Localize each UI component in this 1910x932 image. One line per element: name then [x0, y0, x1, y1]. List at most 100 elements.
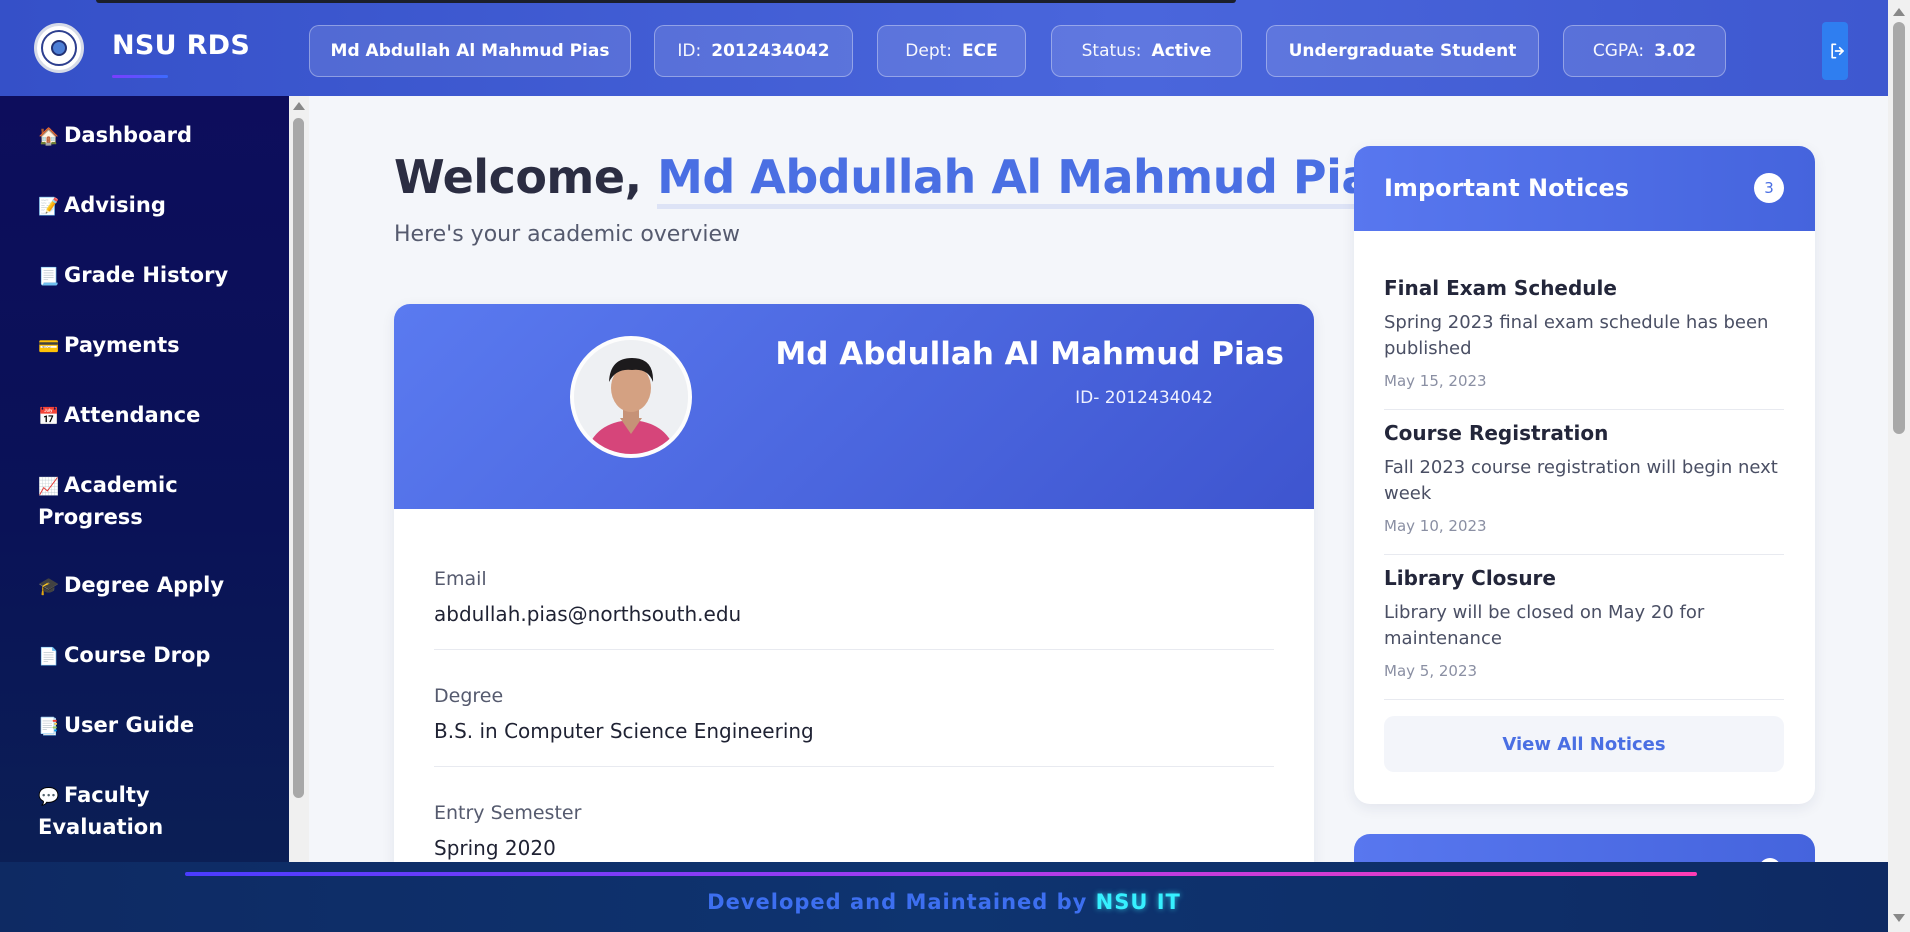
browser-edge: [96, 0, 1236, 3]
sidebar: 🏠 Dashboard 📝 Advising 📃 Grade History 💳 Pay…: [0, 96, 289, 862]
sidebar-item-label: Degree Apply: [64, 573, 225, 597]
sidebar-item-label: User Guide: [64, 713, 195, 737]
field-label: Entry Semester: [434, 802, 582, 824]
sidebar-item-faculty-evaluation[interactable]: 💬 Faculty Evaluation: [38, 780, 178, 842]
speech-bubble-icon: 💬: [38, 787, 60, 807]
footer-prefix: Developed and Maintained by: [707, 890, 1096, 914]
id-value: 2012434042: [711, 41, 830, 61]
footer-credit: Developed and Maintained by NSU IT: [0, 890, 1888, 914]
field-value: Spring 2020: [434, 836, 556, 860]
top-header: NSU RDS Md Abdullah Al Mahmud Pias ID: 2…: [0, 0, 1888, 96]
field-value: abdullah.pias@northsouth.edu: [434, 602, 742, 626]
status-value: Active: [1151, 41, 1212, 61]
page-scrollbar[interactable]: [1888, 0, 1910, 932]
credit-card-icon: 💳: [38, 337, 60, 357]
cgpa-chip: CGPA: 3.02: [1563, 25, 1726, 77]
scroll-down-arrow[interactable]: [1893, 914, 1905, 922]
sidebar-item-payments[interactable]: 💳 Payments: [38, 330, 248, 362]
degree-field: Degree B.S. in Computer Science Engineer…: [434, 685, 1274, 767]
notices-card: Important Notices 3 Final Exam Schedule …: [1354, 146, 1815, 804]
notice-date: May 10, 2023: [1384, 517, 1487, 535]
sidebar-item-label: Advising: [64, 193, 166, 217]
entry-semester-field: Entry Semester Spring 2020: [434, 802, 1274, 862]
brand-title[interactable]: NSU RDS: [112, 30, 250, 61]
student-name-chip: Md Abdullah Al Mahmud Pias: [309, 25, 631, 77]
status-label: Status:: [1081, 41, 1142, 61]
id-label: ID:: [677, 41, 702, 61]
sidebar-item-academic-progress[interactable]: 📈 Academic Progress: [38, 470, 198, 532]
main-content: Welcome, Md Abdullah Al Mahmud Pias! Her…: [309, 96, 1888, 862]
notice-title: Library Closure: [1384, 566, 1556, 590]
sidebar-item-attendance[interactable]: 📅 Attendance: [38, 400, 248, 432]
notice-date: May 15, 2023: [1384, 372, 1487, 390]
footer-org: NSU IT: [1095, 890, 1181, 914]
sidebar-item-label: Grade History: [64, 263, 229, 287]
notice-title: Final Exam Schedule: [1384, 276, 1617, 300]
notice-item[interactable]: Course Registration Fall 2023 course reg…: [1384, 421, 1784, 555]
sidebar-item-label: Course Drop: [64, 643, 211, 667]
scroll-thumb[interactable]: [1893, 22, 1905, 434]
document-icon: 📃: [38, 267, 60, 287]
sidebar-item-degree-apply[interactable]: 🎓 Degree Apply: [38, 570, 248, 602]
seal-core: [51, 40, 67, 56]
graduation-cap-icon: 🎓: [38, 577, 60, 597]
notice-date: May 5, 2023: [1384, 662, 1478, 680]
profile-id: ID- 2012434042: [1075, 388, 1213, 408]
notice-item[interactable]: Library Closure Library will be closed o…: [1384, 566, 1784, 700]
sidebar-scrollbar[interactable]: [289, 96, 309, 862]
student-name: Md Abdullah Al Mahmud Pias: [330, 41, 610, 61]
scroll-up-arrow[interactable]: [293, 102, 305, 110]
dept-label: Dept:: [905, 41, 953, 61]
profile-hero: Md Abdullah Al Mahmud Pias ID- 201243404…: [394, 304, 1314, 509]
view-all-notices-button[interactable]: View All Notices: [1384, 716, 1784, 772]
dept-value: ECE: [962, 41, 998, 61]
footer: Developed and Maintained by NSU IT: [0, 862, 1888, 932]
welcome-name: Md Abdullah Al Mahmud Pias: [657, 150, 1399, 209]
logout-button[interactable]: [1822, 22, 1848, 80]
notice-description: Library will be closed on May 20 for mai…: [1384, 602, 1705, 649]
footer-gradient-line: [185, 872, 1697, 876]
sidebar-item-grade-history[interactable]: 📃 Grade History: [38, 260, 248, 292]
university-seal-icon[interactable]: [34, 23, 84, 73]
logout-icon: [1831, 43, 1844, 59]
dept-chip: Dept: ECE: [877, 25, 1026, 77]
notice-title: Course Registration: [1384, 421, 1609, 445]
scroll-up-arrow[interactable]: [1893, 8, 1905, 16]
notices-title: Important Notices: [1384, 174, 1630, 202]
sidebar-item-user-guide[interactable]: 📑 User Guide: [38, 710, 248, 742]
chart-up-icon: 📈: [38, 477, 60, 497]
notice-description: Spring 2023 final exam schedule has been…: [1384, 312, 1769, 359]
avatar-portrait: [574, 340, 688, 454]
avatar: [570, 336, 692, 458]
memo-icon: 📝: [38, 197, 60, 217]
sidebar-item-course-drop[interactable]: 📄 Course Drop: [38, 640, 248, 672]
seal-ring: [41, 30, 77, 66]
bookmark-tabs-icon: 📑: [38, 717, 60, 737]
field-label: Degree: [434, 685, 504, 707]
notice-item[interactable]: Final Exam Schedule Spring 2023 final ex…: [1384, 276, 1784, 410]
welcome-prefix: Welcome,: [394, 150, 658, 204]
profile-card: Md Abdullah Al Mahmud Pias ID- 201243404…: [394, 304, 1314, 862]
secondary-card-header: [1354, 834, 1815, 862]
sidebar-item-label: Attendance: [64, 403, 201, 427]
profile-name: Md Abdullah Al Mahmud Pias: [775, 336, 1284, 372]
sidebar-item-label: Payments: [64, 333, 180, 357]
notice-description: Fall 2023 course registration will begin…: [1384, 457, 1778, 504]
sidebar-item-advising[interactable]: 📝 Advising: [38, 190, 248, 222]
scroll-thumb[interactable]: [293, 118, 304, 798]
page-icon: 📄: [38, 647, 60, 667]
status-chip: Status: Active: [1051, 25, 1242, 77]
sidebar-item-label: Dashboard: [64, 123, 193, 147]
level-value: Undergraduate Student: [1288, 41, 1517, 61]
field-value: B.S. in Computer Science Engineering: [434, 719, 814, 743]
brand-underline: [112, 75, 168, 78]
home-icon: 🏠: [38, 127, 60, 147]
field-label: Email: [434, 568, 487, 590]
welcome-subtitle: Here's your academic overview: [394, 222, 741, 247]
notices-header: Important Notices 3: [1354, 146, 1815, 231]
sidebar-item-dashboard[interactable]: 🏠 Dashboard: [38, 120, 248, 152]
cgpa-label: CGPA:: [1592, 41, 1645, 61]
student-id-chip: ID: 2012434042: [654, 25, 853, 77]
welcome-heading: Welcome, Md Abdullah Al Mahmud Pias!: [394, 150, 1420, 209]
email-field: Email abdullah.pias@northsouth.edu: [434, 568, 1274, 650]
